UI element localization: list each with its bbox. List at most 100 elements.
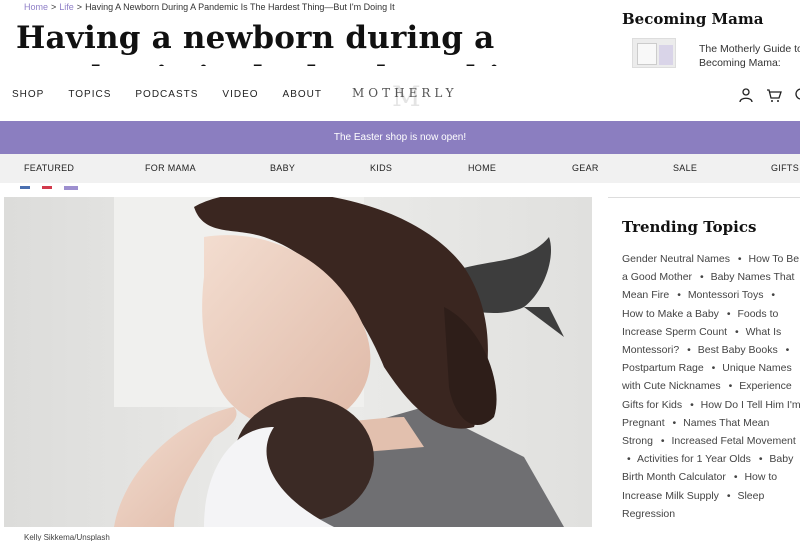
trending-topic-link[interactable]: Month (647, 471, 676, 483)
trending-topic-link[interactable]: to (646, 308, 655, 320)
category-sale[interactable]: SALE (673, 163, 697, 173)
trending-topic-link[interactable]: Olds (729, 453, 751, 465)
trending-topic-link[interactable]: Toys (742, 289, 764, 301)
category-gifts[interactable]: GIFTS (771, 163, 799, 173)
category-gear[interactable]: GEAR (572, 163, 599, 173)
trending-topic-link[interactable]: I (741, 399, 744, 411)
bullet-separator: • (711, 362, 716, 375)
bullet-separator: • (771, 289, 776, 302)
trending-topic-link[interactable]: Baby (695, 308, 719, 320)
trending-topic-link[interactable]: Nicknames (669, 380, 721, 392)
promo-title[interactable]: Becoming Mama (622, 10, 763, 28)
trending-topic-link[interactable]: Increased (671, 435, 717, 447)
trending-topic-link[interactable]: Books (749, 344, 778, 356)
trending-topic-link[interactable]: Rage (679, 362, 704, 374)
trending-topic-link[interactable]: Tell (747, 399, 763, 411)
trending-topic-link[interactable]: with (622, 380, 641, 392)
trending-topic-link[interactable]: Experience (739, 380, 792, 392)
trending-topic-link[interactable]: What (746, 326, 771, 338)
trending-topic-link[interactable]: Fire (651, 289, 669, 301)
bullet-separator: • (733, 471, 738, 484)
trending-topic-link[interactable]: Him (765, 399, 784, 411)
trending-topic-link[interactable]: Increase (622, 490, 662, 502)
search-icon[interactable] (794, 87, 800, 103)
category-kids[interactable]: KIDS (370, 163, 392, 173)
trending-topic-link[interactable]: Postpartum (622, 362, 676, 374)
bullet-separator: • (785, 344, 790, 357)
trending-topic-link[interactable]: Sperm (665, 326, 696, 338)
trending-topic-link[interactable]: That (773, 271, 794, 283)
trending-topic-link[interactable]: Baby (722, 344, 746, 356)
trending-topic-link[interactable]: Neutral (660, 253, 694, 265)
category-featured[interactable]: FEATURED (24, 163, 74, 173)
trending-topic-link[interactable]: I'm (787, 399, 800, 411)
trending-topic-link[interactable]: Names (697, 253, 730, 265)
trending-topic-link[interactable]: Supply (687, 490, 719, 502)
trending-topic-link[interactable]: Sleep (737, 490, 764, 502)
trending-topic-link[interactable]: Montessori? (622, 344, 679, 356)
nav-link-podcasts[interactable]: PODCASTS (135, 89, 198, 100)
trending-topic-link[interactable]: That (719, 417, 740, 429)
cart-icon[interactable] (766, 87, 782, 103)
trending-topic-link[interactable]: Be (786, 253, 799, 265)
trending-topic-link[interactable]: Birth (622, 471, 644, 483)
trending-topic-link[interactable]: Activities (637, 453, 678, 465)
category-home[interactable]: HOME (468, 163, 496, 173)
user-icon[interactable] (738, 87, 754, 103)
trending-topic-link[interactable]: Calculator (679, 471, 726, 483)
trending-topic-link[interactable]: Do (725, 399, 738, 411)
trending-topic-link[interactable]: How (744, 471, 765, 483)
trending-topic-link[interactable]: Best (698, 344, 719, 356)
breadcrumb-life-link[interactable]: Life (59, 2, 74, 12)
trending-topic-link[interactable]: Increase (622, 326, 662, 338)
announcement-bar[interactable]: The Easter shop is now open! (0, 121, 800, 154)
trending-topic-link[interactable]: Names (758, 362, 791, 374)
trending-topic-link[interactable]: How (622, 308, 643, 320)
breadcrumb-home-link[interactable]: Home (24, 2, 48, 12)
trending-topic-link[interactable]: How (749, 253, 770, 265)
trending-topic-link[interactable]: Fetal (721, 435, 744, 447)
trending-topic-link[interactable]: Movement (747, 435, 796, 447)
trending-topic-link[interactable]: Mean (622, 289, 648, 301)
trending-topic-link[interactable]: to (770, 308, 779, 320)
trending-topic-link[interactable]: Foods (737, 308, 766, 320)
trending-topic-link[interactable]: Names (737, 271, 770, 283)
trending-topic-link[interactable]: to (768, 471, 777, 483)
trending-topic-link[interactable]: Cute (644, 380, 666, 392)
trending-topic-link[interactable]: for (647, 399, 659, 411)
book-cover-image[interactable] (632, 38, 676, 68)
nav-link-shop[interactable]: SHOP (12, 89, 44, 100)
trending-topic-link[interactable]: a (622, 271, 628, 283)
category-for-mama[interactable]: FOR MAMA (145, 163, 196, 173)
trending-topic-link[interactable]: To (772, 253, 783, 265)
trending-topic-link[interactable]: Count (699, 326, 727, 338)
trending-topic-link[interactable]: Mean (743, 417, 769, 429)
trending-topic-link[interactable]: Milk (665, 490, 684, 502)
trending-topic-link[interactable]: Mother (659, 271, 692, 283)
trending-topic-link[interactable]: Gender (622, 253, 657, 265)
trending-topic-link[interactable]: Make (658, 308, 684, 320)
trending-topic-link[interactable]: Strong (622, 435, 653, 447)
trending-topic-link[interactable]: Baby (769, 453, 793, 465)
category-baby[interactable]: BABY (270, 163, 295, 173)
trending-topic-link[interactable]: Baby (711, 271, 735, 283)
trending-topic-link[interactable]: How (701, 399, 722, 411)
trending-topic-link[interactable]: for (681, 453, 693, 465)
trending-topic-link[interactable]: Regression (622, 508, 675, 520)
trending-topic-link[interactable]: Kids (662, 399, 682, 411)
trending-topic-link[interactable]: Pregnant (622, 417, 665, 429)
nav-link-topics[interactable]: TOPICS (68, 89, 111, 100)
promo-text[interactable]: The Motherly Guide to Becoming Mama: (699, 42, 800, 70)
trending-topic-link[interactable]: 1 (697, 453, 703, 465)
trending-topic-link[interactable]: Names (683, 417, 716, 429)
trending-topic-link[interactable]: a (686, 308, 692, 320)
nav-link-video[interactable]: VIDEO (222, 89, 258, 100)
trending-topic-link[interactable]: Montessori (688, 289, 739, 301)
trending-topic-link[interactable]: Is (773, 326, 781, 338)
nav-link-about[interactable]: ABOUT (283, 89, 322, 100)
trending-topic-link[interactable]: Year (705, 453, 726, 465)
trending-topic-link[interactable]: Good (631, 271, 657, 283)
site-logo[interactable]: MOTHERLY (352, 86, 458, 100)
trending-topic-link[interactable]: Gifts (622, 399, 644, 411)
trending-topic-link[interactable]: Unique (722, 362, 755, 374)
